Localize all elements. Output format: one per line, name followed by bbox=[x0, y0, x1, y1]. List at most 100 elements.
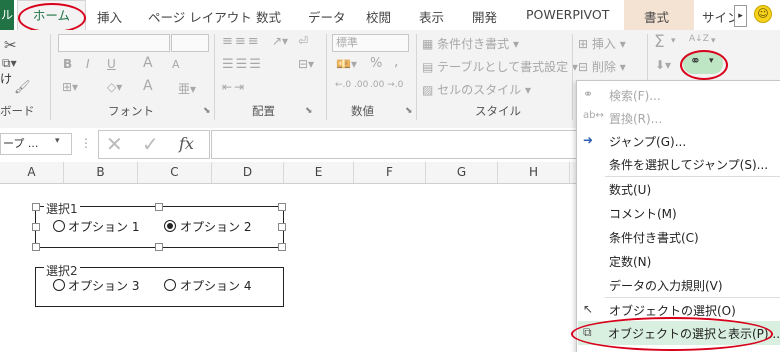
copy-icon[interactable]: ⧉▾ bbox=[2, 56, 17, 71]
column-header-e[interactable]: E bbox=[284, 162, 354, 183]
currency-icon[interactable]: 💴▾ bbox=[336, 57, 357, 71]
column-header-b[interactable]: B bbox=[64, 162, 138, 183]
font-grow-button[interactable]: A bbox=[143, 55, 153, 71]
fill-down-icon[interactable]: ⬇▾ bbox=[655, 58, 671, 72]
column-header-c[interactable]: C bbox=[138, 162, 212, 183]
font-name-box[interactable] bbox=[58, 34, 170, 52]
vertical-align-icons[interactable]: ≡≡≡ bbox=[222, 34, 261, 49]
tab-view[interactable]: 表示 bbox=[419, 7, 444, 26]
alignment-launcher-icon[interactable]: ⬊ bbox=[305, 106, 313, 116]
group-label-number: 数値 bbox=[351, 104, 374, 118]
paste-label[interactable]: け bbox=[0, 70, 12, 87]
resize-handle[interactable] bbox=[278, 203, 286, 211]
font-color-button[interactable]: A bbox=[143, 78, 153, 94]
italic-button[interactable]: I bbox=[86, 57, 90, 71]
enter-icon[interactable]: ✓ bbox=[142, 132, 159, 156]
sort-filter-button[interactable]: A↓Z bbox=[689, 34, 709, 44]
tab-data[interactable]: データ bbox=[308, 7, 346, 26]
autosum-dropdown-icon[interactable]: ▾ bbox=[671, 36, 676, 46]
menu-item-comments[interactable]: コメント(M) bbox=[609, 205, 677, 222]
resize-handle[interactable] bbox=[278, 243, 286, 251]
cancel-icon[interactable]: ✕ bbox=[106, 132, 123, 156]
format-as-table-button[interactable]: ▤ テーブルとして書式設定 ▾ bbox=[422, 58, 578, 75]
radio-option-1[interactable] bbox=[53, 220, 65, 232]
font-size-box[interactable] bbox=[171, 34, 209, 52]
tab-page-layout[interactable]: ページ レイアウト bbox=[148, 7, 252, 26]
decrease-decimal-button[interactable]: .00 →.0 bbox=[370, 80, 403, 90]
cell-styles-label: セルのスタイル bbox=[437, 83, 522, 97]
tab-format[interactable]: 書式 bbox=[644, 7, 669, 26]
divider bbox=[50, 34, 51, 120]
tab-formulas[interactable]: 数式 bbox=[256, 7, 281, 26]
resize-handle[interactable] bbox=[32, 223, 40, 231]
conditional-formatting-label: 条件付き書式 bbox=[437, 37, 510, 51]
horizontal-align-icons[interactable]: ☰☰☰ bbox=[222, 57, 263, 72]
wrap-text-icon[interactable]: ⏎ bbox=[298, 34, 308, 48]
cell-styles-button[interactable]: ▨ セルのスタイル ▾ bbox=[422, 81, 531, 98]
group-label-clipboard: ボード bbox=[0, 104, 35, 118]
menu-divider bbox=[605, 297, 780, 298]
merge-icon[interactable]: ⊟▾ bbox=[298, 57, 314, 71]
name-box[interactable]: ープ ... bbox=[0, 133, 72, 155]
menu-item-formulas[interactable]: 数式(U) bbox=[609, 181, 651, 198]
radio-option-4[interactable] bbox=[164, 279, 176, 291]
smiley-feedback-icon[interactable]: ☺ bbox=[754, 5, 772, 23]
fill-color-icon[interactable]: ◇▾ bbox=[107, 80, 122, 94]
radio-option-1-label: オプション 1 bbox=[68, 220, 140, 234]
tab-scroll-right-icon[interactable]: ▸ bbox=[734, 5, 747, 27]
menu-item-goto[interactable]: ジャンプ(G)... bbox=[609, 133, 686, 150]
radio-option-3[interactable] bbox=[53, 279, 65, 291]
format-painter-icon[interactable]: 🖌 bbox=[14, 80, 31, 95]
menu-item-validation[interactable]: データの入力規則(V) bbox=[609, 277, 723, 294]
tab-insert[interactable]: 挿入 bbox=[97, 7, 122, 26]
group-label-styles: スタイル bbox=[475, 104, 521, 118]
menu-item-find[interactable]: 検索(F)... bbox=[609, 87, 661, 104]
bold-button[interactable]: B bbox=[63, 57, 72, 71]
tab-review[interactable]: 校閲 bbox=[366, 7, 391, 26]
group-label-alignment: 配置 bbox=[252, 104, 275, 118]
resize-handle[interactable] bbox=[278, 223, 286, 231]
insert-function-button[interactable]: fx bbox=[179, 134, 194, 153]
cut-icon[interactable]: ✂ bbox=[4, 36, 17, 54]
delete-cells-button[interactable]: ⊟ 削除 ▾ bbox=[578, 58, 626, 75]
arrow-right-icon: ➜ bbox=[583, 133, 594, 147]
number-launcher-icon[interactable]: ⬊ bbox=[405, 106, 413, 116]
percent-button[interactable]: % bbox=[370, 56, 382, 71]
menu-item-constants[interactable]: 定数(N) bbox=[609, 253, 651, 270]
radio-option-2-label: オプション 2 bbox=[180, 220, 252, 234]
tab-powerpivot[interactable]: POWERPIVOT bbox=[526, 7, 609, 22]
resize-handle[interactable] bbox=[32, 203, 40, 211]
name-box-dropdown-icon[interactable]: ▾ bbox=[55, 136, 60, 146]
column-header-a[interactable]: A bbox=[0, 162, 64, 183]
font-launcher-icon[interactable]: ⬊ bbox=[203, 106, 211, 116]
tab-file[interactable]: ル bbox=[0, 0, 14, 30]
increase-decimal-button[interactable]: ←.0 .00 bbox=[335, 80, 368, 90]
resize-handle[interactable] bbox=[155, 243, 163, 251]
autosum-button[interactable]: Σ bbox=[654, 32, 665, 52]
indent-icons[interactable]: ⇤⇥ bbox=[222, 80, 246, 94]
radio-option-2[interactable] bbox=[164, 220, 176, 232]
orientation-icon[interactable]: ↗▾ bbox=[272, 34, 288, 48]
column-header-d[interactable]: D bbox=[212, 162, 284, 183]
insert-cells-button[interactable]: ⊞ 挿入 ▾ bbox=[578, 35, 626, 52]
comma-button[interactable]: , bbox=[394, 54, 398, 70]
font-shrink-button[interactable]: A bbox=[172, 58, 180, 71]
menu-item-conditional[interactable]: 条件付き書式(C) bbox=[609, 229, 699, 246]
column-header-f[interactable]: F bbox=[354, 162, 426, 183]
conditional-formatting-button[interactable]: ▦ 条件付き書式 ▾ bbox=[422, 35, 519, 52]
resize-handle[interactable] bbox=[32, 243, 40, 251]
formula-input[interactable] bbox=[211, 130, 578, 159]
borders-icon[interactable]: ⊞▾ bbox=[62, 80, 78, 94]
number-format-box[interactable]: 標準 bbox=[332, 34, 409, 52]
column-header-g[interactable]: G bbox=[426, 162, 498, 183]
group-box-1-title: 選択1 bbox=[44, 200, 80, 217]
menu-item-replace[interactable]: 置換(R)... bbox=[609, 110, 662, 127]
menu-item-goto-special[interactable]: 条件を選択してジャンプ(S)... bbox=[609, 156, 768, 173]
underline-button[interactable]: U bbox=[107, 57, 116, 71]
cursor-arrow-icon: ↖ bbox=[583, 302, 594, 316]
phonetic-icon[interactable]: 亜▾ bbox=[178, 80, 196, 97]
tab-developer[interactable]: 開発 bbox=[472, 7, 497, 26]
column-header-h[interactable]: H bbox=[498, 162, 570, 183]
sort-dropdown-icon[interactable]: ▾ bbox=[711, 36, 716, 46]
resize-handle[interactable] bbox=[155, 203, 163, 211]
